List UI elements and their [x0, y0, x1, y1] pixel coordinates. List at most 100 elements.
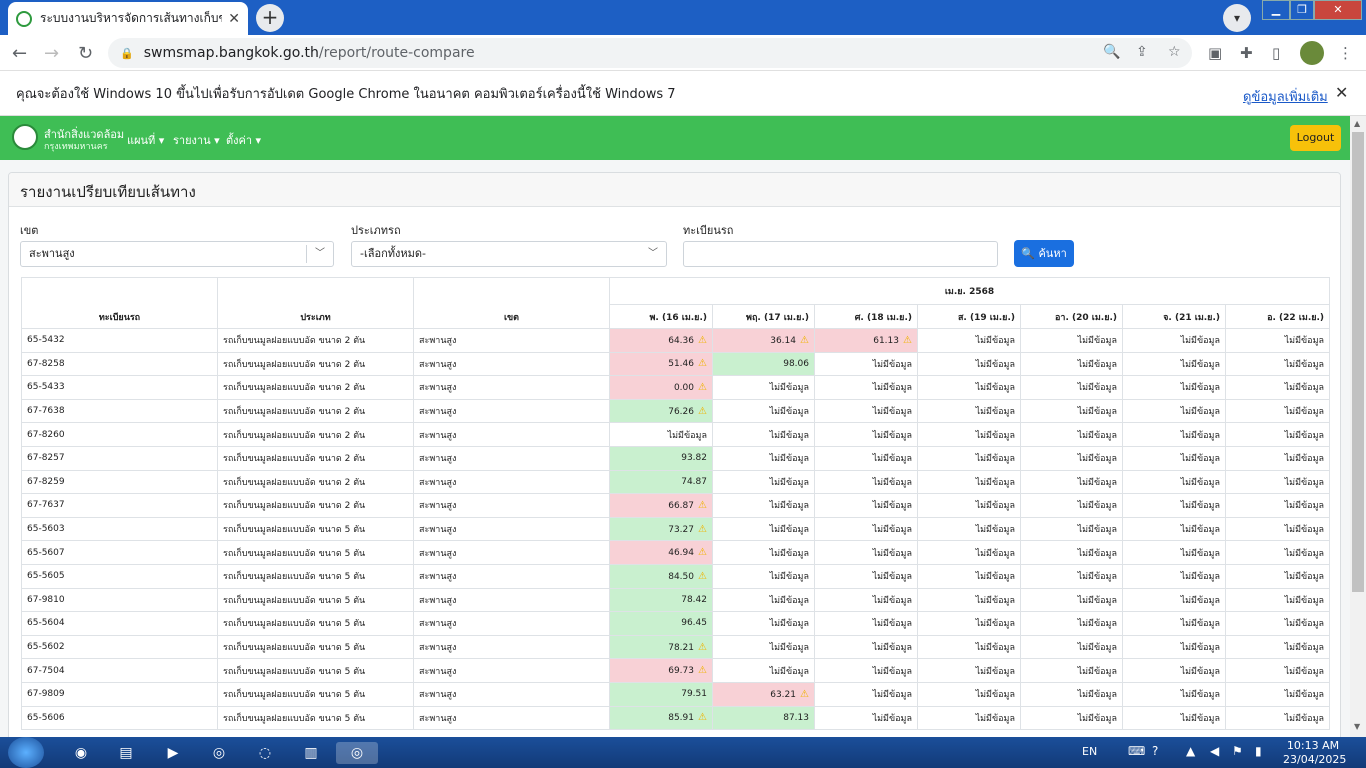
media-player-icon[interactable]: ▶ [162, 742, 184, 764]
col-day[interactable]: อ. (22 เม.ย.) [1224, 304, 1331, 329]
volume-icon[interactable]: ◀ [1210, 744, 1219, 758]
logout-button[interactable]: Logout [1290, 125, 1341, 151]
start-button[interactable] [8, 737, 44, 768]
zoom-app-icon[interactable]: ◌ [254, 742, 276, 764]
col-district[interactable]: เขต [413, 277, 610, 329]
cell-plate: 65-5604 [21, 611, 218, 636]
profile-avatar[interactable] [1300, 41, 1324, 65]
cell-no-data: ไม่มีข้อมูล [712, 634, 815, 660]
keyboard-icon[interactable]: ⌨ [1128, 744, 1145, 758]
bookmark-star-icon[interactable]: ☆ [1168, 44, 1181, 60]
cell-no-data: ไม่มีข้อมูล [1224, 422, 1331, 447]
cell-value: 63.21 ⚠ [712, 681, 815, 707]
col-day[interactable]: พฤ. (17 เม.ย.) [712, 304, 815, 329]
minimize-button[interactable]: ▁ [1262, 0, 1290, 20]
cell-value: 64.36 ⚠ [609, 328, 713, 353]
search-button[interactable]: 🔍 ค้นหา [1014, 240, 1074, 267]
flag-icon[interactable]: ⚑ [1232, 744, 1243, 758]
cell-no-data: ไม่มีข้อมูล [1224, 445, 1331, 471]
scrollbar-thumb[interactable] [1352, 132, 1364, 592]
cell-no-data: ไม่มีข้อมูล [814, 375, 918, 400]
cell-value: 76.26 ⚠ [609, 398, 713, 424]
puzzle-icon[interactable]: ✚ [1240, 44, 1253, 62]
input-language[interactable]: EN [1082, 745, 1097, 758]
col-day[interactable]: อา. (20 เม.ย.) [1020, 304, 1123, 329]
cell-type: รถเก็บขนมูลฝอยแบบอัด ขนาด 2 ตัน [217, 351, 414, 377]
cell-no-data: ไม่มีข้อมูล [1020, 422, 1123, 447]
side-panel-icon[interactable]: ▯ [1272, 44, 1280, 62]
windows-taskbar: ◉ ▤ ▶ ◎ ◌ ▥ ◎ EN ⌨ ? ▲ ◀ ⚑ ▮ 10:13 AM 23… [0, 737, 1366, 768]
cell-no-data: ไม่มีข้อมูล [917, 540, 1021, 565]
zoom-icon[interactable]: 🔍 [1103, 44, 1120, 60]
extension-icon[interactable]: ▣ [1208, 44, 1222, 62]
system-clock[interactable]: 10:13 AM 23/04/2025 [1283, 739, 1346, 767]
cell-value: 84.50 ⚠ [609, 563, 713, 589]
bma-logo[interactable] [12, 124, 38, 150]
cell-plate: 65-5603 [21, 516, 218, 542]
tab-close-icon[interactable]: ✕ [228, 11, 240, 27]
maximize-button[interactable]: ❐ [1290, 0, 1314, 20]
network-icon[interactable]: ▮ [1255, 744, 1262, 758]
url-host: swmsmap.bangkok.go.th [143, 45, 319, 61]
new-tab-button[interactable]: + [256, 4, 284, 32]
window-close-button[interactable]: ✕ [1314, 0, 1362, 20]
cell-type: รถเก็บขนมูลฝอยแบบอัด ขนาด 5 ตัน [217, 540, 414, 565]
site-favicon-icon [16, 10, 32, 27]
col-day[interactable]: ศ. (18 เม.ย.) [814, 304, 918, 329]
kebab-menu-icon[interactable]: ⋮ [1338, 44, 1353, 62]
col-day[interactable]: ส. (19 เม.ย.) [917, 304, 1021, 329]
learn-more-link[interactable]: ดูข้อมูลเพิ่มเติม [1243, 86, 1328, 107]
folder-icon[interactable]: ▥ [300, 742, 322, 764]
cell-type: รถเก็บขนมูลฝอยแบบอัด ขนาด 2 ตัน [217, 445, 414, 471]
warning-icon: ⚠ [698, 405, 707, 417]
address-toolbar: ← → ↻ 🔒 swmsmap.bangkok.go.th/report/rou… [0, 35, 1366, 71]
cell-district: สะพานสูง [413, 445, 610, 471]
cell-no-data: ไม่มีข้อมูล [917, 611, 1021, 636]
cell-district: สะพานสูง [413, 469, 610, 495]
lock-icon[interactable]: 🔒 [120, 47, 134, 60]
site-navbar: สำนักสิ่งแวดล้อม กรุงเทพมหานคร แผนที่ ▾ … [0, 116, 1350, 160]
cell-no-data: ไม่มีข้อมูล [1122, 516, 1226, 542]
col-day[interactable]: พ. (16 เม.ย.) [609, 304, 713, 329]
cell-no-data: ไม่มีข้อมูล [917, 328, 1021, 353]
menu-map[interactable]: แผนที่ ▾ [127, 131, 164, 149]
cell-type: รถเก็บขนมูลฝอยแบบอัด ขนาด 2 ตัน [217, 493, 414, 518]
chrome-icon[interactable]: ◎ [208, 742, 230, 764]
cell-no-data: ไม่มีข้อมูล [814, 634, 918, 660]
warning-icon: ⚠ [698, 381, 707, 393]
col-plate[interactable]: ทะเบียนรถ [21, 277, 218, 329]
cell-type: รถเก็บขนมูลฝอยแบบอัด ขนาด 5 ตัน [217, 611, 414, 636]
cell-no-data: ไม่มีข้อมูล [1020, 658, 1123, 683]
help-icon[interactable]: ? [1152, 744, 1158, 758]
tab-search-button[interactable]: ▾ [1223, 4, 1251, 32]
share-icon[interactable]: ⇪ [1136, 44, 1148, 60]
cell-no-data: ไม่มีข้อมูล [917, 516, 1021, 542]
omnibox[interactable]: 🔒 swmsmap.bangkok.go.th/report/route-com… [108, 38, 1192, 68]
scroll-up-icon[interactable]: ▲ [1354, 119, 1360, 128]
cell-no-data: ไม่มีข้อมูล [712, 516, 815, 542]
forward-arrow-icon[interactable]: → [44, 43, 59, 64]
browser-tab[interactable]: ระบบงานบริหารจัดการเส้นทางเก็บขนมู ✕ [8, 2, 248, 35]
vehicle-type-select[interactable]: -เลือกทั้งหมด- ﹀ [351, 241, 667, 267]
table-row: 65-5607 รถเก็บขนมูลฝอยแบบอัด ขนาด 5 ตัน สะ… [21, 540, 1331, 565]
district-select[interactable]: สะพานสูง ﹀ [20, 241, 334, 267]
menu-settings[interactable]: ตั้งค่า ▾ [226, 131, 261, 149]
vehicle-type-label: ประเภทรถ [351, 224, 401, 237]
app-icon[interactable]: ◉ [70, 742, 92, 764]
col-type[interactable]: ประเภท [217, 277, 414, 329]
tab-title: ระบบงานบริหารจัดการเส้นทางเก็บขนมู [40, 11, 222, 25]
info-close-icon[interactable]: ✕ [1335, 83, 1348, 102]
page-scrollbar[interactable]: ▲ ▼ [1350, 116, 1366, 737]
cell-no-data: ไม่มีข้อมูล [712, 658, 815, 683]
plate-input[interactable] [683, 241, 998, 267]
explorer-icon[interactable]: ▤ [115, 742, 137, 764]
tray-chevron-icon[interactable]: ▲ [1186, 744, 1195, 758]
chrome-active-icon[interactable]: ◎ [336, 742, 378, 764]
scroll-down-icon[interactable]: ▼ [1354, 722, 1360, 731]
table-row: 67-7637 รถเก็บขนมูลฝอยแบบอัด ขนาด 2 ตัน สะ… [21, 493, 1331, 518]
back-arrow-icon[interactable]: ← [12, 43, 27, 64]
menu-report[interactable]: รายงาน ▾ [173, 131, 220, 149]
col-day[interactable]: จ. (21 เม.ย.) [1122, 304, 1226, 329]
reload-icon[interactable]: ↻ [78, 43, 93, 64]
cell-district: สะพานสูง [413, 422, 610, 447]
